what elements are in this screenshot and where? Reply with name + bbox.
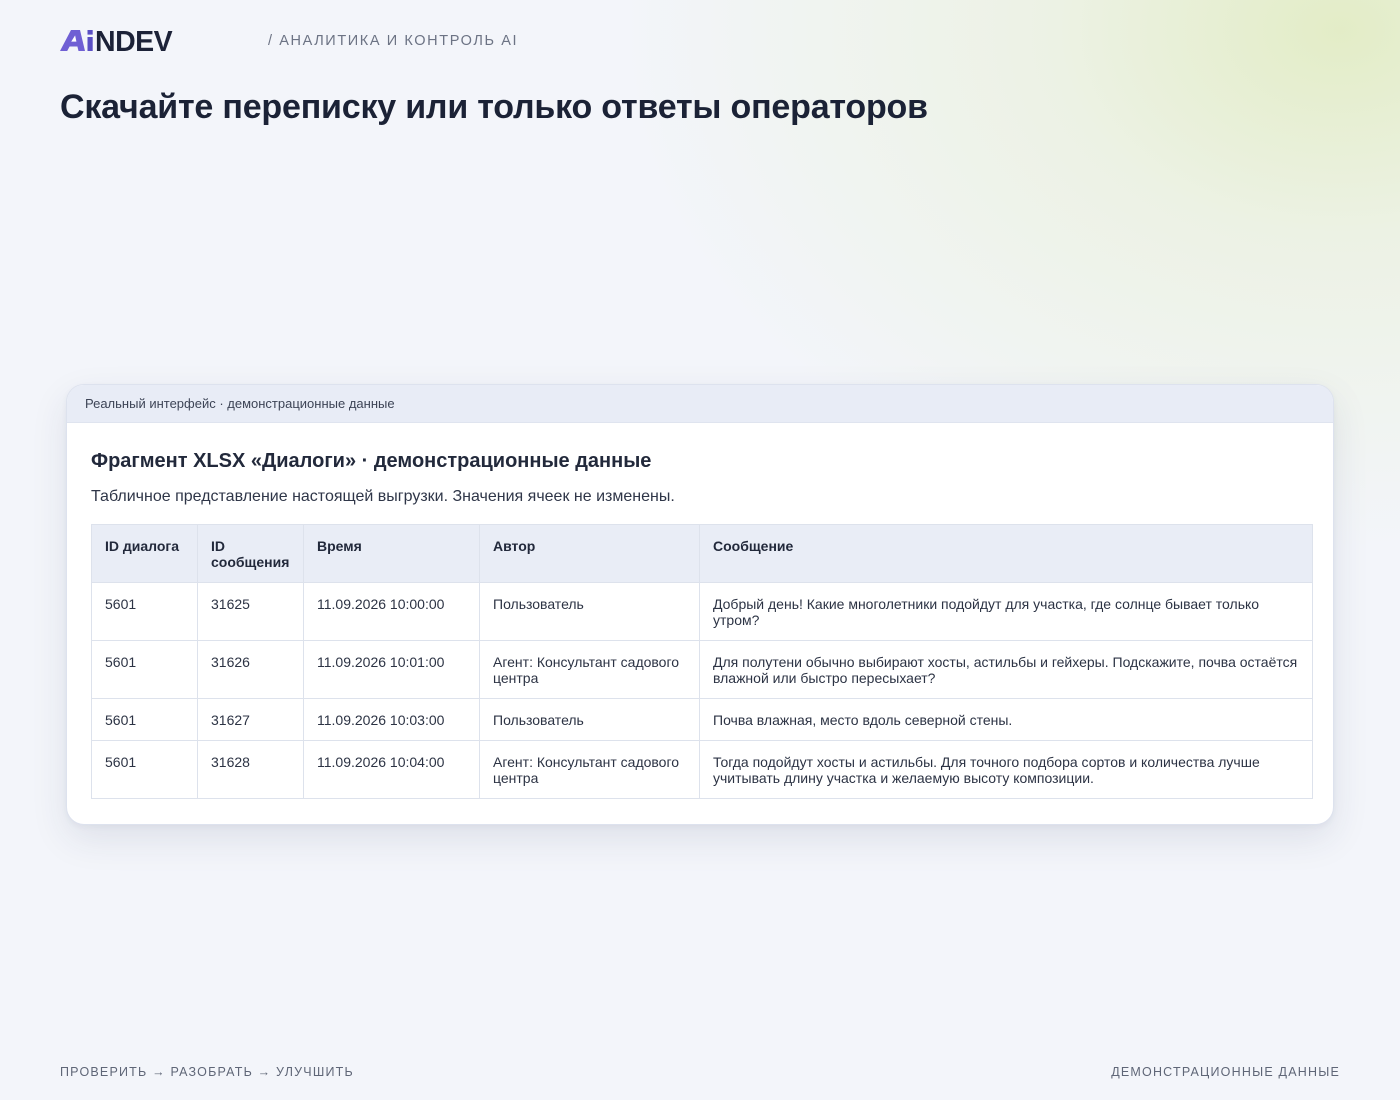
- cell-author: Пользователь: [479, 698, 700, 741]
- cell-message-id: 31627: [197, 698, 304, 741]
- logo-wordmark: NDEV: [95, 28, 173, 54]
- column-header-message[interactable]: Сообщение: [699, 524, 1313, 583]
- cell-time: 11.09.2026 10:01:00: [303, 640, 480, 699]
- cell-message: Для полутени обычно выбирают хосты, асти…: [699, 640, 1313, 699]
- card-window-bar: Реальный интерфейс · демонстрационные да…: [67, 385, 1333, 423]
- column-header-time[interactable]: Время: [303, 524, 480, 583]
- table-row: 5601 31626 11.09.2026 10:01:00 Агент: Ко…: [91, 640, 1313, 699]
- cell-message-id: 31628: [197, 740, 304, 799]
- table-row: 5601 31625 11.09.2026 10:00:00 Пользоват…: [91, 582, 1313, 641]
- table-header-row: ID диалога ID сообщения Время Автор Сооб…: [91, 524, 1313, 583]
- table-wrapper: ID диалога ID сообщения Время Автор Сооб…: [91, 524, 1313, 799]
- column-header-dialog-id[interactable]: ID диалога: [91, 524, 198, 583]
- page-title: Скачайте переписку или только ответы опе…: [60, 88, 928, 126]
- column-header-message-id[interactable]: ID сообщения: [197, 524, 304, 583]
- footer-process-steps: ПРОВЕРИТЬ → РАЗОБРАТЬ → УЛУЧШИТЬ: [60, 1065, 354, 1079]
- cell-message: Тогда подойдут хосты и астильбы. Для точ…: [699, 740, 1313, 799]
- cell-dialog-id: 5601: [91, 640, 198, 699]
- cell-message-id: 31625: [197, 582, 304, 641]
- cell-dialog-id: 5601: [91, 740, 198, 799]
- cell-dialog-id: 5601: [91, 582, 198, 641]
- card-body: Фрагмент XLSX «Диалоги» · демонстрационн…: [67, 423, 1333, 799]
- aindev-logo: NDEV: [60, 28, 173, 54]
- table-row: 5601 31628 11.09.2026 10:04:00 Агент: Ко…: [91, 740, 1313, 799]
- cell-message: Добрый день! Какие многолетники подойдут…: [699, 582, 1313, 641]
- brand-logo[interactable]: NDEV: [60, 28, 242, 54]
- cell-author: Агент: Консультант садового центра: [479, 740, 700, 799]
- card-subtitle: Табличное представление настоящей выгруз…: [91, 488, 675, 505]
- cell-message-id: 31626: [197, 640, 304, 699]
- cell-message: Почва влажная, место вдоль северной стен…: [699, 698, 1313, 741]
- brand-tagline: / АНАЛИТИКА И КОНТРОЛЬ AI: [268, 33, 519, 49]
- cell-time: 11.09.2026 10:03:00: [303, 698, 480, 741]
- column-header-author[interactable]: Автор: [479, 524, 700, 583]
- dialogs-table: ID диалога ID сообщения Время Автор Сооб…: [91, 524, 1313, 799]
- footer-demo-label: ДЕМОНСТРАЦИОННЫЕ ДАННЫЕ: [1111, 1065, 1340, 1079]
- cell-author: Агент: Консультант садового центра: [479, 640, 700, 699]
- cell-dialog-id: 5601: [91, 698, 198, 741]
- cell-author: Пользователь: [479, 582, 700, 641]
- cell-time: 11.09.2026 10:04:00: [303, 740, 480, 799]
- table-row: 5601 31627 11.09.2026 10:03:00 Пользоват…: [91, 698, 1313, 741]
- card-title: Фрагмент XLSX «Диалоги» · демонстрационн…: [91, 450, 652, 472]
- cell-time: 11.09.2026 10:00:00: [303, 582, 480, 641]
- xlsx-preview-card: Реальный интерфейс · демонстрационные да…: [66, 384, 1334, 825]
- card-bar-label: Реальный интерфейс · демонстрационные да…: [85, 396, 395, 411]
